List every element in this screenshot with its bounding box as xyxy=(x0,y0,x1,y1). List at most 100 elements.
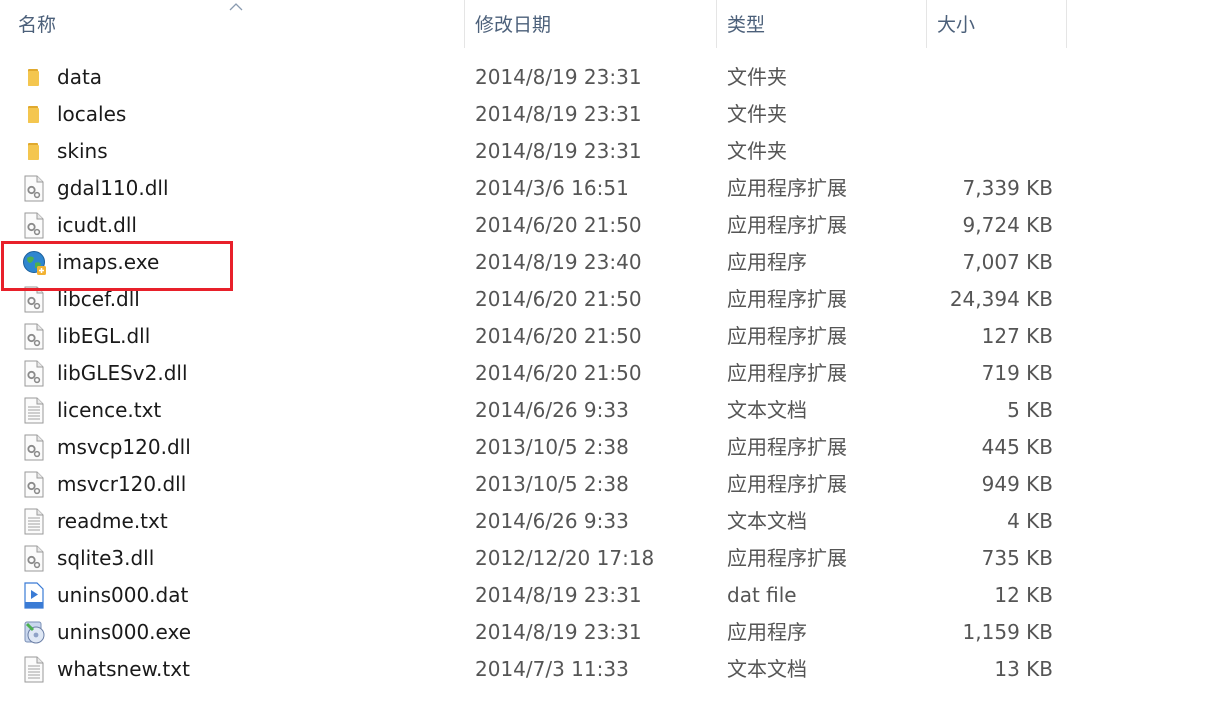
file-modified-date: 2014/7/3 11:33 xyxy=(475,657,629,681)
column-divider[interactable] xyxy=(1066,0,1067,48)
file-size: 949 KB xyxy=(981,472,1053,496)
file-name: msvcr120.dll xyxy=(57,472,187,496)
file-type: 应用程序 xyxy=(727,250,807,274)
file-row[interactable]: skins 2014/8/19 23:31 文件夹 xyxy=(0,133,1217,170)
file-size: 719 KB xyxy=(981,361,1053,385)
file-modified-date: 2012/12/20 17:18 xyxy=(475,546,655,570)
dll-icon xyxy=(22,545,46,572)
file-modified-date: 2014/8/19 23:31 xyxy=(475,65,642,89)
column-header-size[interactable]: 大小 xyxy=(927,0,1066,48)
file-row[interactable]: msvcr120.dll 2013/10/5 2:38 应用程序扩展 949 KB xyxy=(0,466,1217,503)
file-type: 文本文档 xyxy=(727,509,807,533)
file-type: dat file xyxy=(727,583,797,607)
file-modified-date: 2014/6/20 21:50 xyxy=(475,287,642,311)
file-row[interactable]: unins000.dat 2014/8/19 23:31 dat file 12 KB xyxy=(0,577,1217,614)
file-modified-date: 2014/6/20 21:50 xyxy=(475,324,642,348)
dll-icon xyxy=(22,471,46,498)
file-type: 应用程序 xyxy=(727,620,807,644)
column-header-type[interactable]: 类型 xyxy=(717,0,926,48)
file-type: 应用程序扩展 xyxy=(727,287,847,311)
column-header-bar: 名称 修改日期 类型 大小 xyxy=(0,0,1217,48)
file-row[interactable]: icudt.dll 2014/6/20 21:50 应用程序扩展 9,724 KB xyxy=(0,207,1217,244)
file-size: 24,394 KB xyxy=(949,287,1053,311)
file-size: 13 KB xyxy=(994,657,1053,681)
file-size: 7,339 KB xyxy=(962,176,1053,200)
file-modified-date: 2014/6/26 9:33 xyxy=(475,509,629,533)
file-type: 应用程序扩展 xyxy=(727,176,847,200)
file-size: 12 KB xyxy=(994,583,1053,607)
file-row[interactable]: msvcp120.dll 2013/10/5 2:38 应用程序扩展 445 KB xyxy=(0,429,1217,466)
file-name: skins xyxy=(57,139,108,163)
file-size: 1,159 KB xyxy=(962,620,1053,644)
file-row[interactable]: locales 2014/8/19 23:31 文件夹 xyxy=(0,96,1217,133)
file-size: 445 KB xyxy=(981,435,1053,459)
folder-icon xyxy=(22,101,46,128)
file-row[interactable]: libcef.dll 2014/6/20 21:50 应用程序扩展 24,394 KB xyxy=(0,281,1217,318)
file-row[interactable]: readme.txt 2014/6/26 9:33 文本文档 4 KB xyxy=(0,503,1217,540)
file-row[interactable]: whatsnew.txt 2014/7/3 11:33 文本文档 13 KB xyxy=(0,651,1217,688)
file-size: 4 KB xyxy=(1007,509,1053,533)
file-name: unins000.exe xyxy=(57,620,192,644)
installer-icon xyxy=(22,619,46,646)
file-row[interactable]: libEGL.dll 2014/6/20 21:50 应用程序扩展 127 KB xyxy=(0,318,1217,355)
file-size: 127 KB xyxy=(981,324,1053,348)
file-size: 735 KB xyxy=(981,546,1053,570)
text-file-icon xyxy=(22,397,46,424)
dll-icon xyxy=(22,175,46,202)
file-type: 文件夹 xyxy=(727,102,787,126)
dll-icon xyxy=(22,323,46,350)
file-row[interactable]: licence.txt 2014/6/26 9:33 文本文档 5 KB xyxy=(0,392,1217,429)
dll-icon xyxy=(22,286,46,313)
file-type: 应用程序扩展 xyxy=(727,435,847,459)
file-modified-date: 2014/8/19 23:31 xyxy=(475,583,642,607)
file-row[interactable]: unins000.exe 2014/8/19 23:31 应用程序 1,159 KB xyxy=(0,614,1217,651)
file-name: licence.txt xyxy=(57,398,162,422)
file-name: gdal110.dll xyxy=(57,176,169,200)
video-file-icon xyxy=(22,582,46,609)
file-name: unins000.dat xyxy=(57,583,189,607)
file-name: data xyxy=(57,65,103,89)
file-type: 应用程序扩展 xyxy=(727,546,847,570)
file-name: locales xyxy=(57,102,127,126)
file-row[interactable]: data 2014/8/19 23:31 文件夹 xyxy=(0,59,1217,96)
file-modified-date: 2014/8/19 23:31 xyxy=(475,102,642,126)
globe-app-icon xyxy=(22,249,46,276)
file-modified-date: 2013/10/5 2:38 xyxy=(475,472,629,496)
file-modified-date: 2014/6/20 21:50 xyxy=(475,213,642,237)
file-modified-date: 2014/8/19 23:31 xyxy=(475,139,642,163)
file-modified-date: 2014/8/19 23:31 xyxy=(475,620,642,644)
file-row[interactable]: sqlite3.dll 2012/12/20 17:18 应用程序扩展 735 KB xyxy=(0,540,1217,577)
file-size: 9,724 KB xyxy=(962,213,1053,237)
file-name: msvcp120.dll xyxy=(57,435,191,459)
file-name: readme.txt xyxy=(57,509,168,533)
text-file-icon xyxy=(22,508,46,535)
file-modified-date: 2013/10/5 2:38 xyxy=(475,435,629,459)
file-modified-date: 2014/6/20 21:50 xyxy=(475,361,642,385)
file-row[interactable]: imaps.exe 2014/8/19 23:40 应用程序 7,007 KB xyxy=(0,244,1217,281)
folder-icon xyxy=(22,64,46,91)
file-name: sqlite3.dll xyxy=(57,546,155,570)
file-type: 应用程序扩展 xyxy=(727,324,847,348)
folder-icon xyxy=(22,138,46,165)
dll-icon xyxy=(22,434,46,461)
file-type: 文件夹 xyxy=(727,65,787,89)
file-modified-date: 2014/6/26 9:33 xyxy=(475,398,629,422)
file-name: imaps.exe xyxy=(57,250,160,274)
file-name: libEGL.dll xyxy=(57,324,151,348)
file-type: 文本文档 xyxy=(727,657,807,681)
file-row[interactable]: gdal110.dll 2014/3/6 16:51 应用程序扩展 7,339 KB xyxy=(0,170,1217,207)
file-name: whatsnew.txt xyxy=(57,657,190,681)
file-modified-date: 2014/3/6 16:51 xyxy=(475,176,629,200)
file-type: 应用程序扩展 xyxy=(727,472,847,496)
file-name: libGLESv2.dll xyxy=(57,361,188,385)
file-size: 5 KB xyxy=(1007,398,1053,422)
file-modified-date: 2014/8/19 23:40 xyxy=(475,250,642,274)
file-type: 文件夹 xyxy=(727,139,787,163)
file-type: 应用程序扩展 xyxy=(727,361,847,385)
file-name: icudt.dll xyxy=(57,213,137,237)
file-row[interactable]: libGLESv2.dll 2014/6/20 21:50 应用程序扩展 719 KB xyxy=(0,355,1217,392)
file-type: 文本文档 xyxy=(727,398,807,422)
column-header-date[interactable]: 修改日期 xyxy=(465,0,716,48)
sort-ascending-icon xyxy=(229,3,243,11)
dll-icon xyxy=(22,360,46,387)
